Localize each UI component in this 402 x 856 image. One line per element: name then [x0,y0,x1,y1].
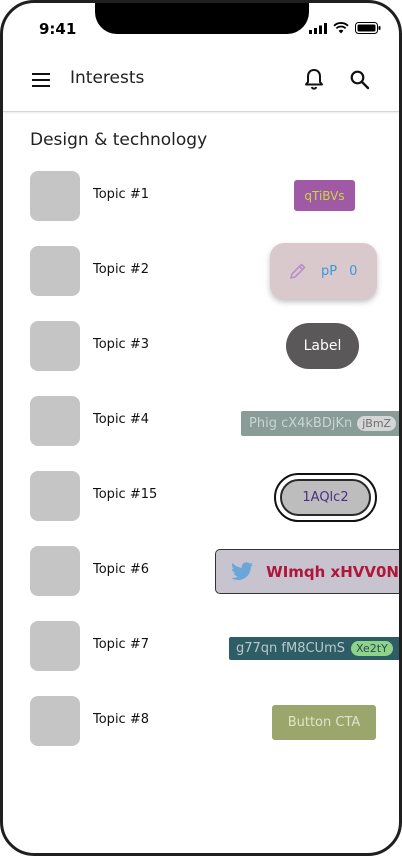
topic-row[interactable]: Topic #7 g77qn fM8CUmS Xe2tY [3,616,399,676]
search-icon[interactable] [349,69,371,91]
bell-icon[interactable] [303,67,325,91]
chip-inner: 1AQlc2 [280,479,371,516]
topic-label: Topic #3 [93,337,149,352]
tag-chip-button[interactable]: Phig cX4kBDjKn jBmZ [241,411,399,436]
topic-thumbnail [30,321,80,371]
topic-thumbnail [30,546,80,596]
topic-row[interactable]: Topic #8 Button CTA [3,691,399,751]
topic-label: Topic #8 [93,712,149,727]
topic-chip-button[interactable]: qTiBVs [294,180,355,211]
social-chip-button[interactable]: WImqh xHVV0N [215,549,399,594]
battery-icon [355,22,381,34]
chip-label: Phig cX4kBDjKn [249,416,353,431]
topic-label: Topic #1 [93,187,149,202]
section-title: Design & technology [30,130,208,150]
topic-thumbnail [30,396,80,446]
topic-thumbnail [30,621,80,671]
menu-icon[interactable] [31,70,53,90]
notch [95,3,309,34]
chip-label: WImqh xHVV0N [266,562,399,581]
chip-count: 0 [349,263,358,279]
phone-frame: 9:41 Interests Design & technology Topic… [0,0,402,856]
cta-button[interactable]: Button CTA [272,705,376,740]
topic-row[interactable]: Topic #3 Label [3,316,399,376]
topic-thumbnail [30,696,80,746]
chip-badge: jBmZ [357,416,397,431]
chip-badge: Xe2tY [351,641,393,656]
label-chip-button[interactable]: Label [286,323,359,369]
edit-chip-button[interactable]: pP 0 [270,243,377,299]
app-bar: Interests [3,49,399,112]
status-icons [309,22,381,34]
topic-label: Topic #4 [93,412,149,427]
topic-row[interactable]: Topic #1 qTiBVs [3,166,399,226]
topic-row[interactable]: Topic #6 WImqh xHVV0N [3,541,399,601]
topic-thumbnail [30,246,80,296]
signal-icon [309,22,327,34]
chip-label: pP [321,263,338,279]
topic-label: Topic #2 [93,262,149,277]
tag-chip-button[interactable]: g77qn fM8CUmS Xe2tY [229,637,399,660]
wifi-icon [333,22,349,34]
selected-chip-button[interactable]: 1AQlc2 [274,473,377,522]
topic-label: Topic #6 [93,562,149,577]
twitter-icon [231,561,254,580]
topic-thumbnail [30,471,80,521]
chip-label: 1AQlc2 [302,490,349,505]
status-time: 9:41 [39,20,77,38]
topic-thumbnail [30,171,80,221]
pencil-icon [290,263,306,279]
topic-row[interactable]: Topic #15 1AQlc2 [3,466,399,526]
chip-label: Button CTA [287,715,361,730]
chip-label: Label [303,338,342,354]
chip-label: g77qn fM8CUmS [236,641,345,656]
topic-label: Topic #7 [93,637,149,652]
topic-row[interactable]: Topic #2 pP 0 [3,241,399,301]
topic-row[interactable]: Topic #4 Phig cX4kBDjKn jBmZ [3,391,399,451]
chip-label: qTiBVs [304,188,345,203]
app-title: Interests [70,68,145,88]
topic-label: Topic #15 [93,487,158,502]
